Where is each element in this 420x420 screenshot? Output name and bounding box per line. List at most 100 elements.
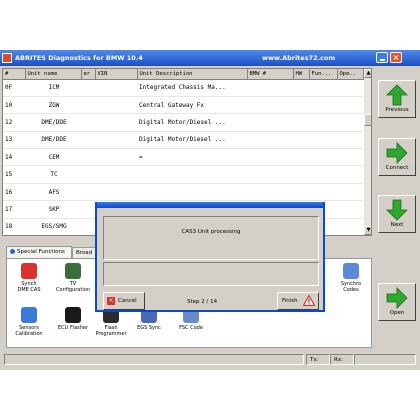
function-tv[interactable]: TV Configuration	[53, 263, 93, 293]
tv-icon	[65, 263, 81, 279]
connect-button[interactable]: Connect	[378, 138, 416, 176]
unit-name-cell: AFS	[25, 183, 81, 202]
tab-label: Broad	[76, 250, 93, 256]
previous-button[interactable]: Previous	[378, 80, 416, 118]
table-row[interactable]: 16 AFS	[3, 183, 363, 202]
progress-area	[103, 262, 319, 286]
function-car[interactable]: Synch DME CAS	[9, 263, 49, 293]
function-label: Synch DME CAS	[17, 281, 41, 293]
tx-indicator: Tx:	[306, 354, 330, 365]
er-cell	[81, 113, 95, 132]
row-number: 10	[3, 96, 25, 115]
app-window: ABRITES Diagnostics for BMW 10.4 www.Abr…	[0, 50, 420, 370]
table-row[interactable]: 13 DME/DDE Digital Motor/Diesel ...	[3, 131, 363, 150]
bmw-number-cell	[247, 165, 293, 184]
arrow-down-icon	[386, 199, 408, 221]
status-panel	[4, 354, 304, 365]
unit-name-cell: SKP	[25, 200, 81, 219]
minimize-button[interactable]	[376, 52, 388, 63]
table-row[interactable]: 14 CEM =	[3, 148, 363, 167]
close-button[interactable]: ×	[390, 52, 402, 63]
operation-cell	[337, 200, 363, 219]
function-cell	[309, 113, 337, 132]
function-document[interactable]: Synchro Codes	[331, 263, 371, 293]
sensor-icon	[21, 307, 37, 323]
operation-cell	[337, 148, 363, 167]
function-label: ECU Flasher	[57, 325, 89, 331]
finish-label: Finish	[282, 298, 298, 304]
column-header[interactable]: Unit name	[25, 69, 82, 80]
rx-indicator: Rx:	[330, 354, 354, 365]
tab-icon	[10, 249, 15, 254]
next-button[interactable]: Next	[378, 195, 416, 233]
er-cell	[81, 131, 95, 150]
cancel-button[interactable]: × Cancel	[103, 292, 145, 310]
scroll-up-icon[interactable]: ▲	[364, 69, 371, 78]
document-icon	[343, 263, 359, 279]
open-button[interactable]: Open	[378, 283, 416, 321]
table-row[interactable]: 0F ICM Integrated Chassis Ma...	[3, 79, 363, 97]
function-label: Synchro Codes	[340, 281, 362, 293]
row-number: 16	[3, 183, 25, 202]
next-label: Next	[390, 222, 404, 228]
window-title: ABRITES Diagnostics for BMW 10.4	[15, 54, 143, 62]
function-cell	[309, 79, 337, 97]
unit-description-cell	[137, 183, 247, 202]
unit-description-cell	[137, 165, 247, 184]
bmw-number-cell	[247, 113, 293, 132]
hw-cell	[293, 96, 309, 115]
arrow-up-icon	[386, 84, 408, 106]
column-header[interactable]: Ope..	[337, 69, 364, 80]
column-header[interactable]: HW	[293, 69, 310, 80]
app-icon	[2, 53, 12, 63]
scroll-down-icon[interactable]: ▼	[364, 226, 371, 235]
scroll-thumb[interactable]	[364, 114, 371, 126]
er-cell	[81, 165, 95, 184]
warning-icon	[302, 294, 316, 307]
function-chip[interactable]: ECU Flasher	[53, 307, 93, 331]
unit-name-cell: ZGW	[25, 96, 81, 115]
connect-label: Connect	[385, 165, 409, 171]
column-header[interactable]: er	[81, 69, 96, 80]
unit-description-cell: Central Gateway Fx	[137, 96, 247, 115]
row-number: 18	[3, 218, 25, 235]
hw-cell	[293, 148, 309, 167]
row-number: 14	[3, 148, 25, 167]
er-cell	[81, 148, 95, 167]
unit-name-cell: CEM	[25, 148, 81, 167]
vin-cell	[95, 113, 137, 132]
table-row[interactable]: 12 DME/DDE Digital Motor/Diesel ...	[3, 113, 363, 132]
operation-cell	[337, 96, 363, 115]
function-label: Flash Programmer	[95, 325, 127, 337]
unit-name-cell: DME/DDE	[25, 113, 81, 132]
finish-button[interactable]: Finish	[277, 292, 319, 310]
arrow-right-icon	[386, 287, 408, 309]
row-number: 17	[3, 200, 25, 219]
vin-cell	[95, 183, 137, 202]
vertical-scrollbar[interactable]: ▲ ▼	[364, 69, 371, 235]
previous-label: Previous	[385, 107, 409, 113]
er-cell	[81, 96, 95, 115]
tab-special-functions[interactable]: Special Functions	[6, 246, 72, 258]
operation-cell	[337, 113, 363, 132]
unit-name-cell: TC	[25, 165, 81, 184]
column-header[interactable]: Fun...	[309, 69, 338, 80]
column-header[interactable]: BMW #	[247, 69, 294, 80]
unit-name-cell: ICM	[25, 79, 81, 97]
column-header[interactable]: #	[3, 69, 26, 80]
er-cell	[81, 183, 95, 202]
column-header[interactable]: Unit Description	[137, 69, 248, 80]
step-indicator: Step 2 / 14	[187, 299, 218, 305]
bmw-number-cell	[247, 183, 293, 202]
chip-icon	[65, 307, 81, 323]
vin-cell	[95, 96, 137, 115]
table-row[interactable]: 15 TC	[3, 165, 363, 184]
function-sensor[interactable]: Sensors Calibration	[9, 307, 49, 337]
status-bar: Tx: Rx:	[0, 352, 420, 366]
title-bar: ABRITES Diagnostics for BMW 10.4 www.Abr…	[0, 50, 420, 66]
operation-cell	[337, 218, 363, 235]
table-row[interactable]: 10 ZGW Central Gateway Fx	[3, 96, 363, 115]
column-header[interactable]: VIN	[95, 69, 138, 80]
function-label: EGS Sync	[137, 325, 161, 331]
function-cell	[309, 131, 337, 150]
